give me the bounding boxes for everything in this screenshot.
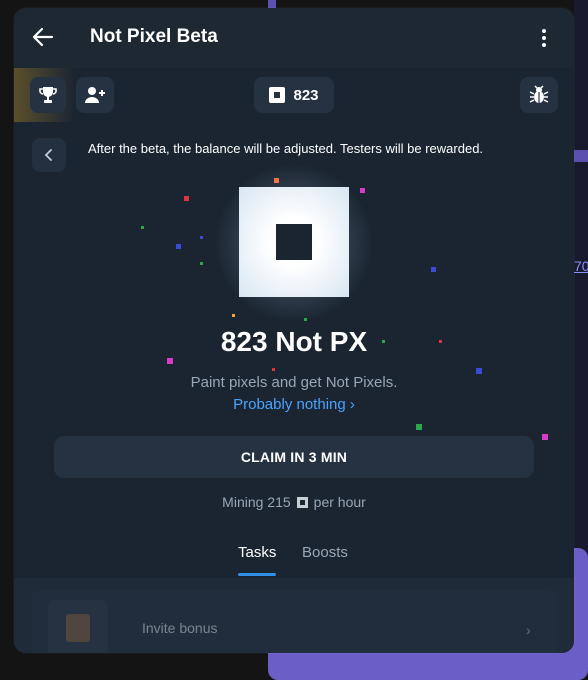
report-bug-button[interactable] (520, 77, 558, 113)
pixel-coin-icon (269, 87, 286, 103)
add-user-icon (85, 87, 105, 103)
confetti-piece (416, 424, 422, 430)
confetti-piece (200, 262, 203, 265)
not-pixel-logo-center (276, 224, 312, 260)
kebab-menu-icon (542, 29, 546, 33)
mining-rate: Mining 215 per hour (14, 494, 574, 510)
chevron-right-icon: › (526, 622, 531, 638)
task-list: Invite bonus › (14, 578, 574, 653)
toolbar: 823 (14, 68, 574, 122)
probably-nothing-link[interactable]: Probably nothing › (14, 396, 574, 413)
chevron-left-icon (44, 149, 52, 161)
task-label: Invite bonus (142, 620, 218, 636)
background-window-edge (574, 0, 588, 560)
confetti-piece (184, 196, 189, 201)
hero-subtitle: Paint pixels and get Not Pixels. (190, 374, 398, 391)
balance-button[interactable]: 823 (254, 77, 334, 113)
confetti-piece (272, 368, 275, 371)
task-icon (48, 600, 108, 653)
more-menu-button[interactable] (532, 24, 556, 52)
confetti-piece (176, 244, 181, 249)
tab-boosts[interactable]: Boosts (302, 544, 348, 561)
trophy-icon (39, 87, 57, 103)
title-bar: Not Pixel Beta (14, 8, 574, 69)
leaderboard-button[interactable] (30, 77, 66, 113)
not-pixel-logo (239, 187, 349, 297)
invite-friend-button[interactable] (76, 77, 114, 113)
app-window: Not Pixel Beta 823 After the beta, the b… (14, 8, 574, 653)
claim-button[interactable]: CLAIM IN 3 MIN (54, 436, 534, 478)
confetti-piece (167, 358, 173, 364)
active-tab-indicator (238, 573, 276, 576)
background-partial-text: 70 (574, 258, 588, 274)
kebab-dot (542, 43, 546, 47)
task-item-invite-bonus[interactable]: Invite bonus › (32, 590, 556, 653)
tab-bar: Tasks Boosts (14, 538, 574, 578)
confetti-piece (431, 267, 436, 272)
confetti-piece (200, 236, 203, 239)
confetti-piece (542, 434, 548, 440)
page-title: Not Pixel Beta (90, 26, 218, 47)
arrow-left-icon (32, 27, 54, 47)
bug-icon (529, 85, 549, 103)
balance-value: 823 (293, 86, 319, 104)
kebab-dot (542, 36, 546, 40)
confetti-piece (232, 314, 235, 317)
balance-amount: 823 Not PX (220, 326, 368, 357)
confetti-piece (360, 188, 365, 193)
tab-tasks[interactable]: Tasks (238, 544, 276, 561)
background-accent (574, 150, 588, 162)
background-decoration (268, 0, 276, 8)
mining-rate-value: Mining 215 (222, 494, 291, 510)
mining-rate-unit: per hour (313, 494, 366, 510)
back-button[interactable] (28, 22, 58, 52)
pixel-coin-icon (296, 496, 308, 508)
notice-back-button[interactable] (32, 138, 66, 172)
gift-box-icon (66, 614, 90, 642)
confetti-piece (141, 226, 144, 229)
notice-text: After the beta, the balance will be adju… (88, 141, 484, 156)
